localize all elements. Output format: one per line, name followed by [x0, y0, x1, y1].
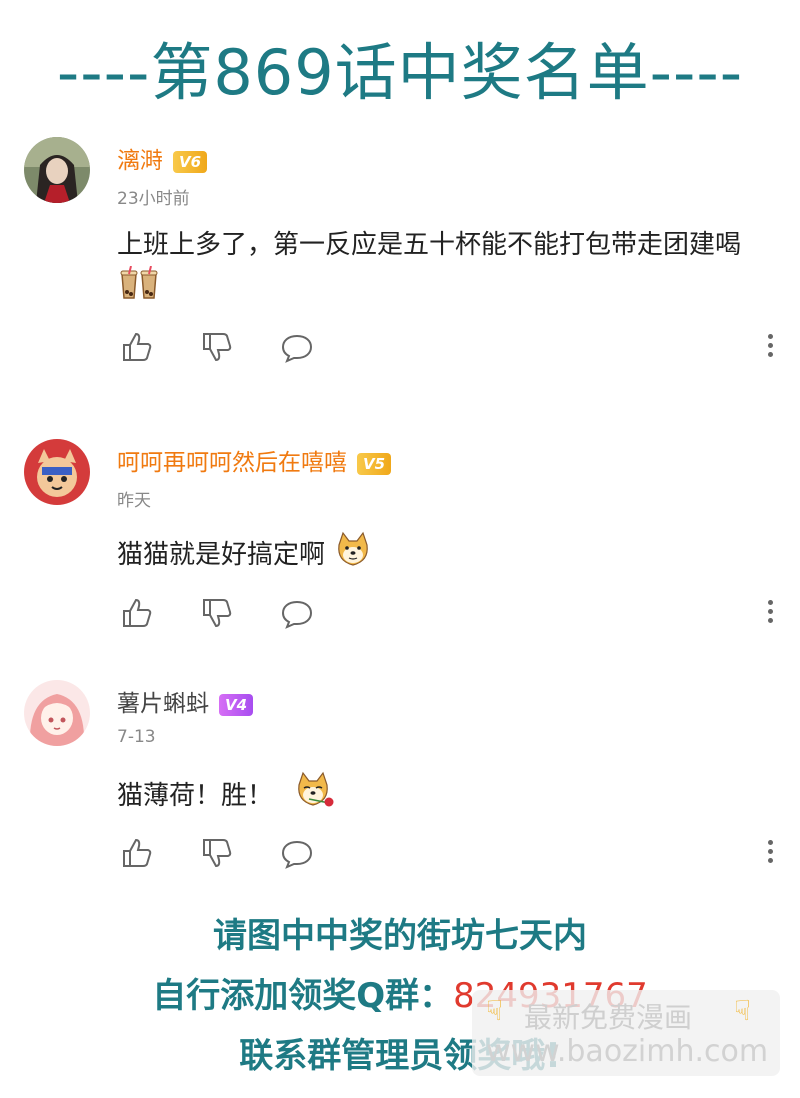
comment-text: 上班上多了，第一反应是五十杯能不能打包带走团建喝	[117, 224, 757, 313]
comment-actions	[120, 330, 780, 364]
like-icon[interactable]	[120, 596, 154, 630]
reply-icon[interactable]	[280, 330, 314, 364]
doge-emoji	[335, 531, 371, 580]
like-icon[interactable]	[120, 330, 154, 364]
level-badge: V4	[219, 693, 254, 716]
more-options-icon[interactable]	[765, 836, 775, 870]
pointing-down-icon: ☟	[734, 994, 752, 1027]
comment-time: 23小时前	[117, 189, 190, 209]
more-options-icon[interactable]	[765, 330, 775, 364]
page-title: ----第869话中奖名单----	[56, 36, 744, 109]
reply-icon[interactable]	[280, 596, 314, 630]
bubble-tea-emoji	[119, 265, 161, 313]
doge-rose-emoji	[295, 771, 335, 822]
watermark: ☟ 最新免费漫画 ☟ www.baozimh.com	[472, 990, 780, 1076]
avatar[interactable]	[24, 137, 90, 203]
watermark-line-2: www.baozimh.com	[486, 1034, 769, 1069]
reply-icon[interactable]	[280, 836, 314, 870]
level-badge: V5	[357, 452, 392, 475]
dislike-icon[interactable]	[200, 596, 234, 630]
more-options-icon[interactable]	[765, 596, 775, 630]
dislike-icon[interactable]	[200, 836, 234, 870]
pointing-down-icon: ☟	[486, 994, 504, 1027]
comment-text: 猫猫就是好搞定啊	[117, 531, 757, 580]
dislike-icon[interactable]	[200, 330, 234, 364]
like-icon[interactable]	[120, 836, 154, 870]
footer-line-1: 请图中中奖的街坊七天内	[213, 916, 587, 956]
avatar[interactable]	[24, 680, 90, 746]
username[interactable]: 漓溡 V6	[117, 141, 208, 175]
username[interactable]: 薯片蝌蚪 V4	[117, 684, 254, 718]
username[interactable]: 呵呵再呵呵然后在嘻嘻 V5	[117, 443, 392, 477]
comment-actions	[120, 596, 780, 630]
comment-time: 昨天	[117, 491, 151, 511]
comment-time: 7-13	[117, 727, 156, 747]
comment-text: 猫薄荷！胜！	[117, 771, 757, 822]
level-badge: V6	[173, 150, 208, 173]
comment-actions	[120, 836, 780, 870]
watermark-line-1: 最新免费漫画	[524, 1001, 693, 1034]
avatar[interactable]	[24, 439, 90, 505]
